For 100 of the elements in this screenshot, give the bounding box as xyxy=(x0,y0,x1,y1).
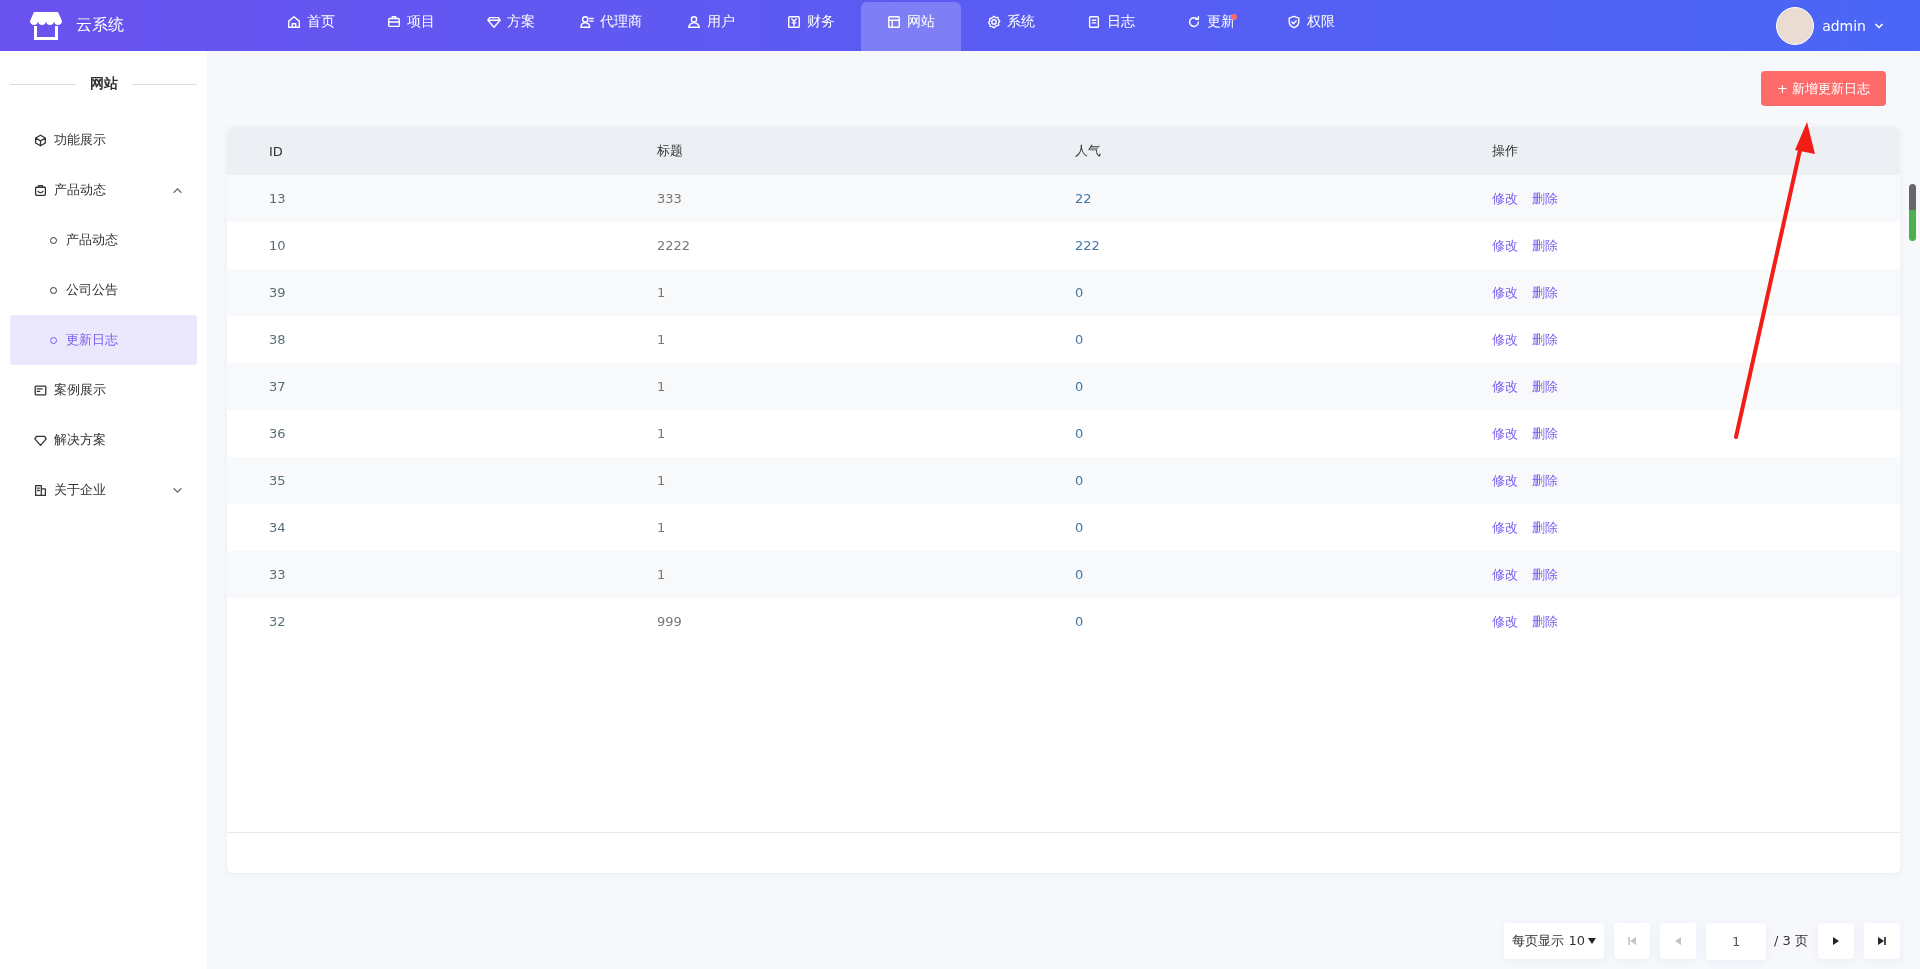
page-input[interactable]: 1 xyxy=(1706,922,1767,960)
sidebar-item[interactable]: 功能展示 xyxy=(10,115,197,165)
nav-tab[interactable]: 首页 xyxy=(261,2,361,51)
column-header: 操作 xyxy=(1491,142,1519,160)
last-page-button[interactable] xyxy=(1864,923,1900,959)
add-changelog-button[interactable]: + 新增更新日志 xyxy=(1760,71,1886,106)
table-cell-text: 39 xyxy=(268,285,287,300)
building-icon xyxy=(34,483,47,497)
nav-tab[interactable]: 更新 xyxy=(1161,2,1261,51)
table-cell-text: 222 xyxy=(1074,238,1101,253)
action-link[interactable]: 删除 xyxy=(1532,518,1558,537)
action-link[interactable]: 修改 xyxy=(1492,612,1518,631)
table-cell-text: 0 xyxy=(1074,379,1085,394)
table-cell-text: 2222 xyxy=(656,238,692,253)
table-cell-text: 1 xyxy=(656,379,667,394)
table-cell-text: 0 xyxy=(1074,614,1085,629)
logo-text: 云系统 xyxy=(76,15,124,36)
column-header: 标题 xyxy=(656,142,684,160)
home-icon xyxy=(287,15,301,29)
table-cell-text: 0 xyxy=(1074,285,1085,300)
avatar[interactable] xyxy=(1776,6,1815,45)
users-icon xyxy=(687,15,701,29)
action-link[interactable]: 修改 xyxy=(1492,330,1518,349)
action-link[interactable]: 修改 xyxy=(1492,236,1518,255)
sidebar-subitem[interactable]: 更新日志 xyxy=(10,315,197,365)
sidebar-subitem[interactable]: 公司公告 xyxy=(10,265,197,315)
nav-tab[interactable]: 网站 xyxy=(861,2,961,51)
nav-tab[interactable]: 系统 xyxy=(961,2,1061,51)
sidebar-title: 网站 xyxy=(89,75,118,93)
table-cell-text: 1 xyxy=(656,285,667,300)
table-cell-text: 36 xyxy=(268,426,287,441)
refresh-icon xyxy=(1187,15,1201,29)
table-cell-text: 1 xyxy=(656,473,667,488)
action-link[interactable]: 删除 xyxy=(1532,189,1558,208)
table-cell-text: 1 xyxy=(656,332,667,347)
action-link[interactable]: 删除 xyxy=(1532,330,1558,349)
table-cell-text: 0 xyxy=(1074,426,1085,441)
table-cell-text: 333 xyxy=(656,191,683,206)
page-size-select[interactable]: 每页显示 10 xyxy=(1504,923,1605,959)
user-icon xyxy=(580,15,594,29)
nav-tab[interactable]: 日志 xyxy=(1061,2,1161,51)
table-cell-text: 37 xyxy=(268,379,287,394)
yen-box-icon xyxy=(787,15,801,29)
diamond-icon xyxy=(487,15,501,29)
table-cell-text: 22 xyxy=(1074,191,1093,206)
action-link[interactable]: 删除 xyxy=(1532,424,1558,443)
notification-dot xyxy=(1231,14,1237,20)
first-page-icon xyxy=(1626,935,1639,947)
action-link[interactable]: 修改 xyxy=(1492,471,1518,490)
table-cell-text: 38 xyxy=(268,332,287,347)
table-cell-text: 10 xyxy=(268,238,287,253)
user-name[interactable]: admin xyxy=(1822,17,1866,34)
action-link[interactable]: 删除 xyxy=(1532,612,1558,631)
gear-icon xyxy=(987,15,1001,29)
table-cell-text: 35 xyxy=(268,473,287,488)
nav-tab[interactable]: 权限 xyxy=(1261,2,1361,51)
next-page-button[interactable] xyxy=(1818,923,1854,959)
action-link[interactable]: 删除 xyxy=(1532,283,1558,302)
cube-icon xyxy=(34,133,47,147)
sidebar-subitem[interactable]: 产品动态 xyxy=(10,215,197,265)
column-header: 人气 xyxy=(1074,142,1102,160)
scrollbar-thumb[interactable] xyxy=(1909,184,1916,241)
nav-tab[interactable]: 用户 xyxy=(661,2,761,51)
action-link[interactable]: 删除 xyxy=(1532,471,1558,490)
table-cell-text: 1 xyxy=(656,520,667,535)
sidebar-item[interactable]: 关于企业 xyxy=(10,465,197,515)
nav-tab[interactable]: 项目 xyxy=(361,2,461,51)
action-link[interactable]: 删除 xyxy=(1532,377,1558,396)
page-total: / 3 页 xyxy=(1774,932,1808,950)
document-icon xyxy=(1087,15,1101,29)
table-cell-text: 0 xyxy=(1074,332,1085,347)
nav-tab[interactable]: 代理商 xyxy=(561,2,661,51)
diamond-icon xyxy=(34,433,47,447)
action-link[interactable]: 修改 xyxy=(1492,283,1518,302)
caret-down-icon xyxy=(1588,937,1597,945)
column-header: ID xyxy=(268,143,284,159)
bag-icon xyxy=(34,183,47,197)
action-link[interactable]: 修改 xyxy=(1492,518,1518,537)
action-link[interactable]: 修改 xyxy=(1492,377,1518,396)
table-cell-text: 0 xyxy=(1074,567,1085,582)
shield-icon xyxy=(1287,15,1301,29)
table-cell-text: 13 xyxy=(268,191,287,206)
action-link[interactable]: 修改 xyxy=(1492,565,1518,584)
action-link[interactable]: 删除 xyxy=(1532,236,1558,255)
table-cell-text: 33 xyxy=(268,567,287,582)
nav-tab[interactable]: 方案 xyxy=(461,2,561,51)
last-page-icon xyxy=(1876,935,1888,947)
table-cell-text: 0 xyxy=(1074,473,1085,488)
nav-tab[interactable]: 财务 xyxy=(761,2,861,51)
table-cell-text: 34 xyxy=(268,520,287,535)
table-cell-text: 32 xyxy=(268,614,287,629)
briefcase-icon xyxy=(387,15,401,29)
action-link[interactable]: 修改 xyxy=(1492,424,1518,443)
sidebar-item[interactable]: 解决方案 xyxy=(10,415,197,465)
action-link[interactable]: 删除 xyxy=(1532,565,1558,584)
action-link[interactable]: 修改 xyxy=(1492,189,1518,208)
sidebar-item[interactable]: 案例展示 xyxy=(10,365,197,415)
card-icon xyxy=(34,383,47,397)
sidebar-item[interactable]: 产品动态 xyxy=(10,165,197,215)
table-cell-text: 0 xyxy=(1074,520,1085,535)
